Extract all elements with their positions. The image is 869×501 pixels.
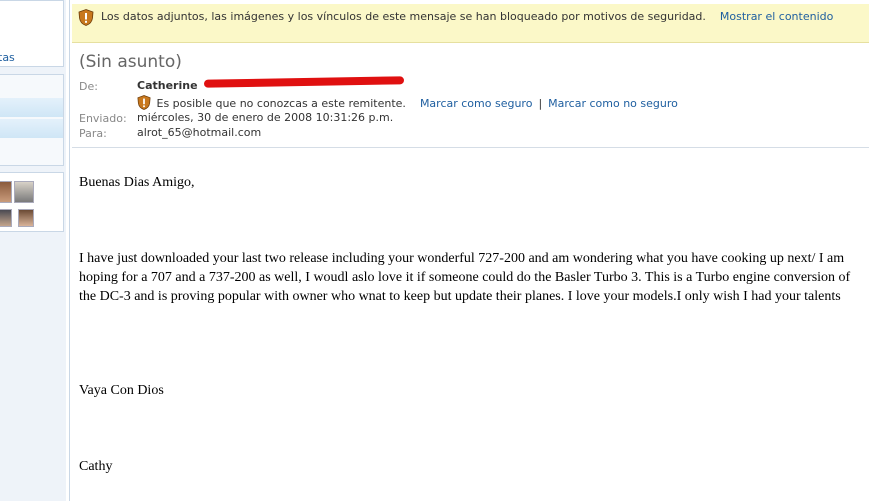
from-label: De: bbox=[79, 80, 98, 93]
sidebar-contacts-panel bbox=[0, 172, 64, 232]
sidebar-divider bbox=[69, 0, 70, 501]
redaction-mark bbox=[203, 76, 405, 88]
left-sidebar: tas bbox=[0, 0, 66, 501]
security-warning-bar: Los datos adjuntos, las imágenes y los v… bbox=[72, 4, 869, 43]
body-signature: Cathy bbox=[79, 459, 113, 474]
avatar[interactable] bbox=[0, 209, 12, 227]
avatar[interactable] bbox=[14, 181, 34, 203]
sidebar-panel-top: tas bbox=[0, 0, 64, 67]
show-content-link[interactable]: Mostrar el contenido bbox=[720, 10, 833, 23]
header-divider bbox=[72, 147, 869, 148]
link-separator: | bbox=[538, 97, 543, 110]
avatar[interactable] bbox=[0, 181, 12, 203]
mark-unsafe-link[interactable]: Marcar como no seguro bbox=[548, 97, 678, 110]
recipient-address[interactable]: alrot_65@hotmail.com bbox=[137, 126, 261, 139]
mark-safe-link[interactable]: Marcar como seguro bbox=[420, 97, 533, 110]
unknown-sender-row: Es posible que no conozcas a este remite… bbox=[137, 95, 678, 110]
to-label: Para: bbox=[79, 127, 107, 140]
shield-warning-icon bbox=[78, 9, 94, 26]
sidebar-folder-list bbox=[0, 74, 64, 166]
unknown-sender-text: Es posible que no conozcas a este remite… bbox=[156, 97, 406, 110]
security-message-text: Los datos adjuntos, las imágenes y los v… bbox=[101, 10, 706, 23]
sent-date: miércoles, 30 de enero de 2008 10:31:26 … bbox=[137, 111, 394, 124]
sidebar-link[interactable]: tas bbox=[0, 51, 15, 64]
sidebar-item[interactable] bbox=[0, 143, 63, 162]
body-closing: Vaya Con Dios bbox=[79, 383, 164, 398]
body-greeting: Buenas Dias Amigo, bbox=[79, 175, 195, 190]
sidebar-item-selected[interactable] bbox=[0, 98, 63, 117]
sent-label: Enviado: bbox=[79, 112, 127, 125]
avatar[interactable] bbox=[18, 209, 34, 227]
sidebar-item[interactable] bbox=[0, 77, 63, 96]
shield-warning-icon bbox=[137, 95, 151, 110]
sidebar-item[interactable] bbox=[0, 119, 63, 138]
sender-name[interactable]: Catherine bbox=[137, 79, 198, 92]
security-message: Los datos adjuntos, las imágenes y los v… bbox=[101, 10, 841, 24]
body-paragraph: I have just downloaded your last two rel… bbox=[79, 251, 851, 304]
message-subject: (Sin asunto) bbox=[79, 52, 182, 72]
